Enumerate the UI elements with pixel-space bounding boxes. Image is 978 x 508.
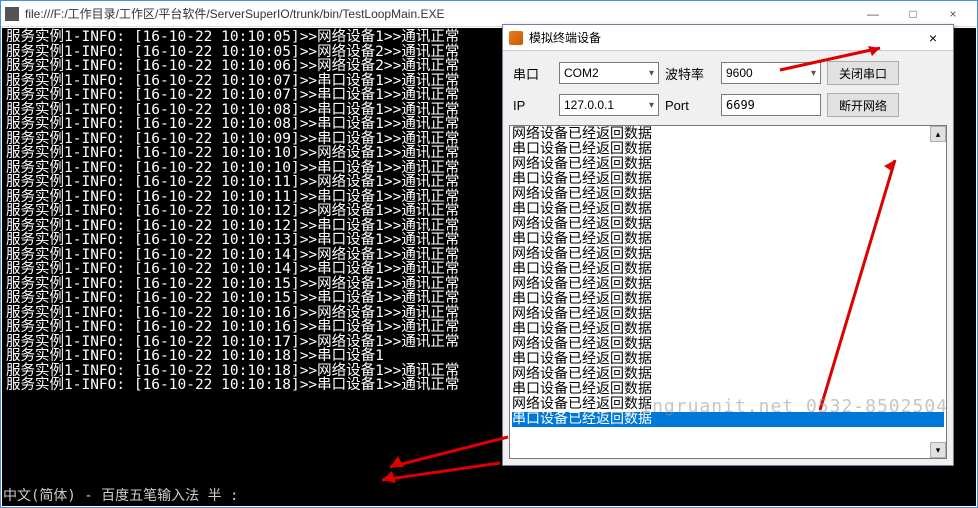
list-item[interactable]: 网络设备已经返回数据	[512, 127, 944, 142]
list-item[interactable]: 串口设备已经返回数据	[512, 352, 944, 367]
terminal-dialog: 模拟终端设备 × 串口 COM2 波特率 9600 关闭串口 IP 127.0.…	[502, 24, 954, 466]
dialog-icon	[509, 31, 523, 45]
port-input[interactable]: 6699	[721, 94, 821, 116]
log-listbox[interactable]: 网络设备已经返回数据串口设备已经返回数据网络设备已经返回数据串口设备已经返回数据…	[509, 125, 947, 459]
ip-combo[interactable]: 127.0.0.1	[559, 94, 659, 116]
list-item[interactable]: 网络设备已经返回数据	[512, 397, 944, 412]
list-item[interactable]: 网络设备已经返回数据	[512, 217, 944, 232]
list-item[interactable]: 网络设备已经返回数据	[512, 157, 944, 172]
list-item[interactable]: 串口设备已经返回数据	[512, 172, 944, 187]
baud-label: 波特率	[665, 64, 715, 83]
scroll-down-button[interactable]: ▾	[930, 442, 946, 458]
form-area: 串口 COM2 波特率 9600 关闭串口 IP 127.0.0.1 Port …	[503, 51, 953, 131]
close-button[interactable]: ×	[933, 3, 973, 25]
list-item[interactable]: 网络设备已经返回数据	[512, 247, 944, 262]
list-item[interactable]: 串口设备已经返回数据	[512, 232, 944, 247]
list-item[interactable]: 串口设备已经返回数据	[512, 262, 944, 277]
list-item[interactable]: 串口设备已经返回数据	[512, 382, 944, 397]
dialog-close-button[interactable]: ×	[919, 28, 947, 48]
serial-combo[interactable]: COM2	[559, 62, 659, 84]
list-item[interactable]: 串口设备已经返回数据	[512, 412, 944, 427]
disconnect-button[interactable]: 断开网络	[827, 93, 899, 117]
close-serial-button[interactable]: 关闭串口	[827, 61, 899, 85]
list-item[interactable]: 串口设备已经返回数据	[512, 202, 944, 217]
list-item[interactable]: 网络设备已经返回数据	[512, 307, 944, 322]
ime-status: 中文(简体) - 百度五笔输入法 半 :	[3, 485, 238, 505]
list-item[interactable]: 网络设备已经返回数据	[512, 337, 944, 352]
dialog-titlebar[interactable]: 模拟终端设备 ×	[503, 25, 953, 51]
app-icon	[5, 7, 19, 21]
list-item[interactable]: 网络设备已经返回数据	[512, 277, 944, 292]
scroll-up-button[interactable]: ▴	[930, 126, 946, 142]
dialog-title: 模拟终端设备	[529, 29, 919, 46]
ip-label: IP	[513, 98, 553, 113]
list-item[interactable]: 串口设备已经返回数据	[512, 142, 944, 157]
list-item[interactable]: 串口设备已经返回数据	[512, 322, 944, 337]
baud-combo[interactable]: 9600	[721, 62, 821, 84]
window-title: file:///F:/工作目录/工作区/平台软件/ServerSuperIO/t…	[25, 5, 853, 22]
port-label: Port	[665, 98, 715, 113]
maximize-button[interactable]: □	[893, 3, 933, 25]
list-item[interactable]: 串口设备已经返回数据	[512, 292, 944, 307]
list-item[interactable]: 网络设备已经返回数据	[512, 187, 944, 202]
list-item[interactable]: 网络设备已经返回数据	[512, 367, 944, 382]
serial-label: 串口	[513, 64, 553, 83]
minimize-button[interactable]: —	[853, 3, 893, 25]
